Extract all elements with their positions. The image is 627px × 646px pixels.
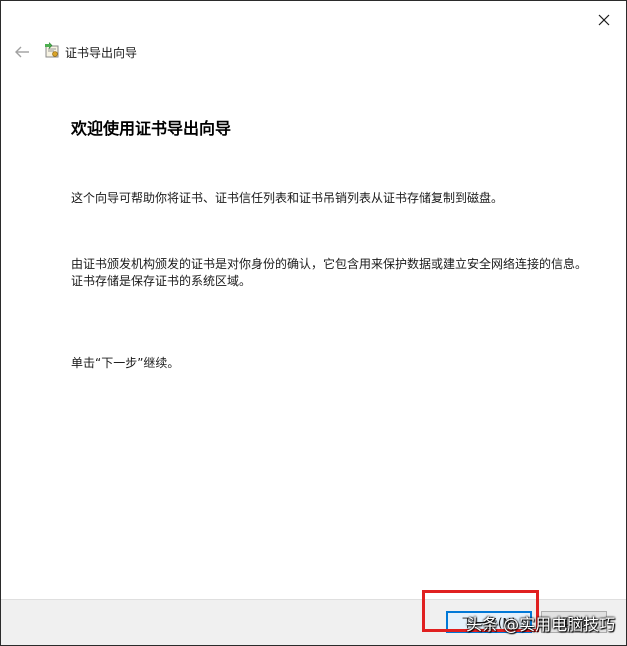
cancel-button[interactable]: 取消 — [541, 611, 607, 633]
wizard-header: 证书导出向导 — [1, 37, 626, 67]
description-paragraph: 由证书颁发机构颁发的证书是对你身份的确认，它包含用来保护数据或建立安全网络连接的… — [71, 257, 588, 288]
instruction-paragraph: 单击“下一步”继续。 — [71, 356, 180, 370]
close-icon — [598, 14, 610, 26]
close-button[interactable] — [591, 7, 617, 33]
wizard-window: 证书导出向导 欢迎使用证书导出向导 这个向导可帮助你将证书、证书信任列表和证书吊… — [0, 0, 627, 646]
wizard-title: 证书导出向导 — [65, 46, 138, 60]
wizard-footer: 下一步(N) 取消 — [1, 599, 626, 645]
next-button[interactable]: 下一步(N) — [446, 611, 532, 633]
page-title: 欢迎使用证书导出向导 — [71, 119, 232, 138]
certificate-icon — [43, 42, 61, 60]
back-button[interactable] — [11, 43, 33, 61]
back-arrow-icon — [15, 46, 29, 58]
intro-paragraph: 这个向导可帮助你将证书、证书信任列表和证书吊销列表从证书存储复制到磁盘。 — [71, 191, 504, 205]
